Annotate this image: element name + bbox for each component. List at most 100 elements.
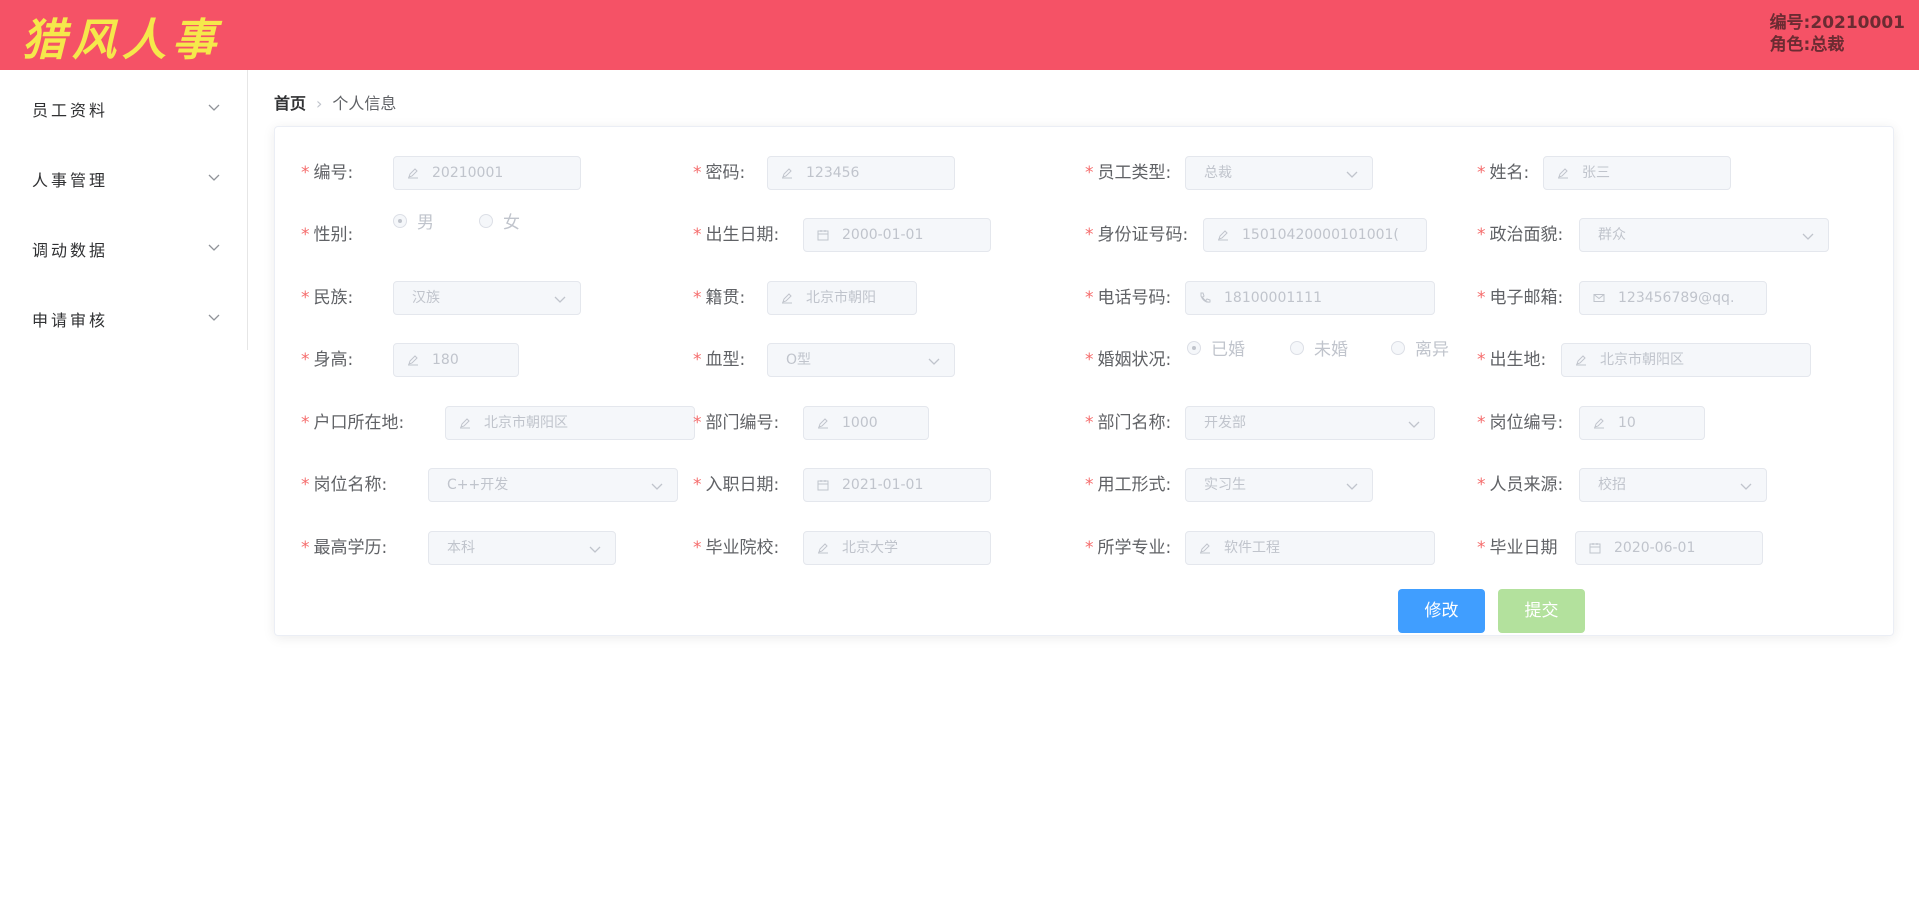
id-input[interactable]: 20210001 [393, 156, 581, 190]
chevron-down-icon [208, 174, 220, 181]
hire-date-picker[interactable]: 2021-01-01 [803, 468, 991, 502]
field-label: * 户口所在地: [301, 406, 404, 440]
required-mark: * [693, 288, 702, 308]
input-value: 北京市朝阳区 [1600, 352, 1684, 368]
birth-date-picker[interactable]: 2000-01-01 [803, 218, 991, 252]
edit-icon [1594, 418, 1604, 429]
input-value: 18100001111 [1224, 290, 1322, 306]
required-mark: * [1085, 475, 1094, 495]
source-select[interactable]: 校招 [1579, 468, 1767, 502]
personal-info-form: * 编号: 20210001 * 密码: 123456 * 员工类型: 总裁 * 姓名:… [274, 126, 1894, 636]
field-label-text: 部门编号: [705, 413, 780, 433]
select-value: 汉族 [412, 290, 440, 306]
sidebar-item-application-review[interactable]: 申请审核 [0, 293, 247, 343]
post-no-input[interactable]: 10 [1579, 406, 1705, 440]
education-select[interactable]: 本科 [428, 531, 616, 565]
post-name-select[interactable]: C++开发 [428, 468, 678, 502]
field-label-text: 入职日期: [705, 475, 780, 495]
password-input[interactable]: 123456 [767, 156, 955, 190]
mail-icon [1593, 294, 1605, 302]
field-label: * 岗位名称: [301, 468, 387, 502]
user-info: 编号:20210001 角色:总裁 [1770, 12, 1905, 56]
required-mark: * [1477, 538, 1486, 558]
breadcrumb: 首页 › 个人信息 [274, 92, 396, 116]
chevron-down-icon [208, 314, 220, 321]
chevron-down-icon [651, 483, 663, 490]
chevron-down-icon [1740, 483, 1752, 490]
input-value: 2020-06-01 [1614, 540, 1696, 556]
household-input[interactable]: 北京市朝阳区 [445, 406, 695, 440]
ethnicity-select[interactable]: 汉族 [393, 281, 581, 315]
radio-label: 离异 [1415, 340, 1449, 360]
field-label: * 性别: [301, 218, 353, 252]
required-mark: * [693, 225, 702, 245]
field-label-text: 毕业院校: [705, 538, 780, 558]
height-input[interactable]: 180 [393, 343, 519, 377]
phone-input[interactable]: 18100001111 [1185, 281, 1435, 315]
sidebar-item-transfer-data[interactable]: 调动数据 [0, 223, 247, 273]
input-value: 2000-01-01 [842, 227, 924, 243]
dept-no-input[interactable]: 1000 [803, 406, 929, 440]
name-input[interactable]: 张三 [1543, 156, 1731, 190]
radio-label: 男 [417, 213, 434, 233]
radio-label: 已婚 [1211, 340, 1245, 360]
political-status-select[interactable]: 群众 [1579, 218, 1829, 252]
select-value: C++开发 [447, 477, 509, 493]
field-label-text: 血型: [705, 350, 746, 370]
required-mark: * [301, 288, 310, 308]
field-label: * 出生日期: [693, 218, 779, 252]
required-mark: * [1085, 350, 1094, 370]
field-label: * 电话号码: [1085, 281, 1171, 315]
field-label: * 密码: [693, 156, 745, 190]
radio-label: 女 [503, 213, 520, 233]
sidebar-item-hr-management[interactable]: 人事管理 [0, 153, 247, 203]
chevron-down-icon [1346, 171, 1358, 178]
employment-form-select[interactable]: 实习生 [1185, 468, 1373, 502]
breadcrumb-home-link[interactable]: 首页 [274, 94, 306, 113]
gender-radio-male[interactable]: 男 [393, 206, 434, 240]
edit-icon [782, 293, 792, 304]
field-label-text: 员工类型: [1097, 163, 1172, 183]
select-value: 校招 [1598, 477, 1626, 493]
major-input[interactable]: 软件工程 [1185, 531, 1435, 565]
submit-button[interactable]: 提交 [1498, 589, 1585, 633]
marital-radio-single[interactable]: 未婚 [1290, 333, 1348, 367]
edit-icon [408, 168, 418, 179]
required-mark: * [301, 413, 310, 433]
birthplace-input[interactable]: 北京市朝阳区 [1561, 343, 1811, 377]
school-input[interactable]: 北京大学 [803, 531, 991, 565]
radio-label: 未婚 [1314, 340, 1348, 360]
field-label: * 毕业院校: [693, 531, 779, 565]
edit-icon [782, 168, 792, 179]
field-label-text: 所学专业: [1097, 538, 1172, 558]
field-label-text: 电子邮箱: [1489, 288, 1564, 308]
select-value: 总裁 [1204, 165, 1232, 181]
edit-icon [1576, 355, 1586, 366]
field-label-text: 部门名称: [1097, 413, 1172, 433]
native-place-input[interactable]: 北京市朝阳 [767, 281, 917, 315]
field-label: * 所学专业: [1085, 531, 1171, 565]
required-mark: * [1085, 163, 1094, 183]
field-label-text: 户口所在地: [313, 413, 405, 433]
marital-radio-married[interactable]: 已婚 [1187, 333, 1245, 367]
required-mark: * [301, 475, 310, 495]
sidebar-item-employee-info[interactable]: 员工资料 [0, 83, 247, 133]
required-mark: * [1477, 350, 1486, 370]
employee-type-select[interactable]: 总裁 [1185, 156, 1373, 190]
id-card-input[interactable]: 15010420000101001( [1203, 218, 1427, 252]
grad-date-picker[interactable]: 2020-06-01 [1575, 531, 1763, 565]
blood-type-select[interactable]: O型 [767, 343, 955, 377]
field-label-text: 用工形式: [1097, 475, 1172, 495]
chevron-down-icon [1802, 233, 1814, 240]
select-value: 实习生 [1204, 477, 1246, 493]
radio-icon [479, 214, 493, 228]
required-mark: * [1477, 225, 1486, 245]
input-value: 20210001 [432, 165, 504, 181]
chevron-down-icon [554, 296, 566, 303]
gender-radio-female[interactable]: 女 [479, 206, 520, 240]
app-logo: 猎风人事 [22, 15, 222, 66]
edit-button[interactable]: 修改 [1398, 589, 1485, 633]
marital-radio-divorced[interactable]: 离异 [1391, 333, 1449, 367]
dept-name-select[interactable]: 开发部 [1185, 406, 1435, 440]
email-input[interactable]: 123456789@qq. [1579, 281, 1767, 315]
